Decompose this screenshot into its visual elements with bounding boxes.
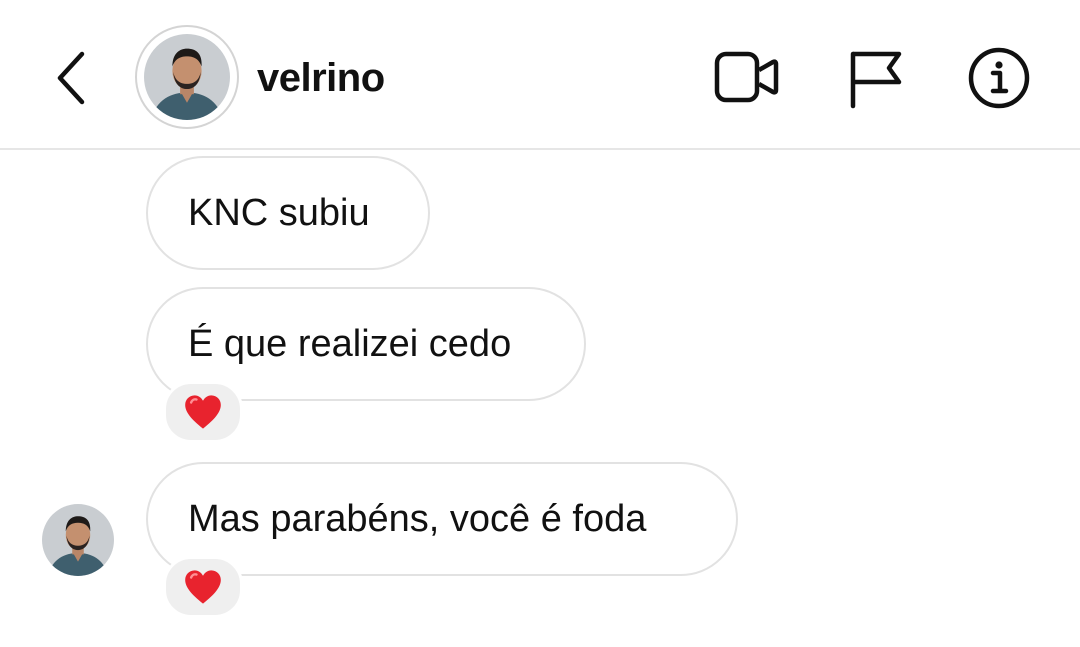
message-text: Mas parabéns, você é foda	[188, 498, 647, 540]
username[interactable]: velrino	[257, 54, 385, 102]
profile-photo	[144, 34, 230, 120]
message-text: KNC subiu	[188, 192, 370, 234]
profile-photo	[42, 504, 114, 576]
reaction-badge[interactable]	[163, 556, 243, 618]
info-icon[interactable]	[966, 46, 1032, 110]
message-bubble[interactable]: KNC subiu	[146, 156, 430, 270]
message-text: É que realizei cedo	[188, 323, 512, 365]
back-chevron-icon[interactable]	[48, 48, 96, 108]
sender-avatar[interactable]	[42, 504, 114, 576]
flag-icon[interactable]	[843, 46, 909, 110]
message-bubble[interactable]: Mas parabéns, você é foda	[146, 462, 738, 576]
reaction-badge[interactable]	[163, 381, 243, 443]
chat-header: velrino	[0, 0, 1080, 150]
heart-icon	[184, 394, 222, 430]
heart-icon	[184, 569, 222, 605]
video-camera-icon[interactable]	[713, 46, 779, 110]
avatar[interactable]	[135, 25, 239, 129]
